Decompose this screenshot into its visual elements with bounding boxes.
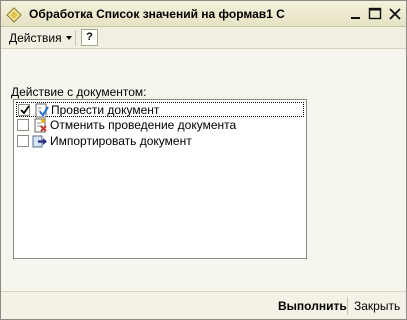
actions-menu[interactable]: Действия	[9, 31, 62, 45]
close-button[interactable]: Закрыть	[354, 299, 400, 313]
button-bar: Выполнить Закрыть	[1, 291, 406, 319]
dialog-window: Обработка Список значений на формав1 С Д…	[0, 0, 407, 320]
help-button[interactable]: ?	[81, 29, 98, 46]
list-item-label: Отменить проведение документа	[50, 118, 237, 132]
title-bar[interactable]: Обработка Список значений на формав1 С	[1, 1, 406, 27]
list-item[interactable]: Провести документ	[16, 102, 304, 118]
checkmark-icon	[20, 105, 30, 115]
item-checkbox[interactable]	[17, 135, 29, 147]
close-icon[interactable]	[387, 6, 403, 22]
document-action-list[interactable]: Провести документ Отменить проведение до…	[13, 99, 307, 259]
cancel-posting-icon	[32, 118, 48, 133]
button-separator	[347, 297, 348, 315]
document-action-label: Действие с документом:	[11, 85, 147, 99]
import-document-icon	[32, 134, 48, 149]
minimize-icon[interactable]	[348, 6, 364, 22]
chevron-down-icon[interactable]	[66, 36, 72, 40]
run-button[interactable]: Выполнить	[278, 299, 347, 313]
app-icon	[6, 7, 22, 23]
toolbar: Действия ?	[1, 27, 406, 49]
item-checkbox[interactable]	[18, 104, 30, 116]
list-item[interactable]: Отменить проведение документа	[16, 118, 304, 133]
toolbar-separator	[75, 30, 76, 46]
list-item-label: Провести документ	[51, 103, 160, 117]
item-checkbox[interactable]	[17, 119, 29, 131]
maximize-icon[interactable]	[367, 6, 383, 22]
list-item[interactable]: Импортировать документ	[16, 134, 304, 149]
post-document-icon	[33, 103, 49, 118]
window-title: Обработка Список значений на формав1 С	[29, 7, 285, 21]
list-item-label: Импортировать документ	[50, 134, 192, 148]
